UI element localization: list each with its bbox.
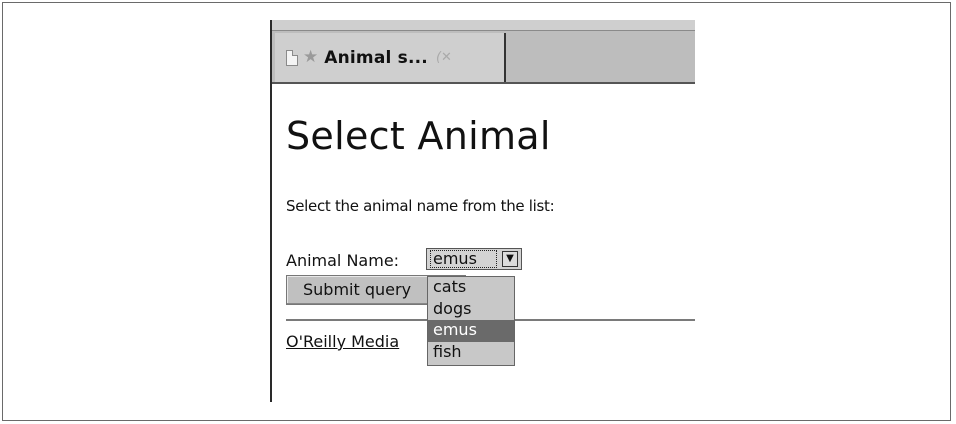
dropdown-option-cats[interactable]: cats bbox=[428, 277, 514, 299]
select-value: emus bbox=[430, 250, 497, 268]
dropdown-arrow-icon[interactable]: ▼ bbox=[502, 251, 518, 267]
instructions-text: Select the animal name from the list: bbox=[286, 197, 555, 215]
animal-dropdown-list[interactable]: cats dogs emus fish bbox=[427, 276, 515, 366]
close-icon[interactable]: (✕ bbox=[436, 50, 452, 65]
dropdown-option-fish[interactable]: fish bbox=[428, 342, 514, 364]
dropdown-option-dogs[interactable]: dogs bbox=[428, 299, 514, 321]
tab-title: Animal s... bbox=[324, 47, 428, 68]
oreilly-link[interactable]: O'Reilly Media bbox=[286, 332, 399, 351]
document-icon bbox=[286, 49, 298, 66]
tabstrip-top bbox=[272, 20, 695, 31]
animal-select[interactable]: emus ▼ bbox=[426, 248, 522, 270]
animal-name-label: Animal Name: bbox=[286, 251, 400, 270]
tab-bar: ★ Animal s... (✕ bbox=[272, 31, 695, 84]
page-content: Select Animal Select the animal name fro… bbox=[286, 82, 695, 402]
tab-animal-select[interactable]: ★ Animal s... (✕ bbox=[275, 33, 506, 82]
dropdown-option-emus[interactable]: emus bbox=[428, 320, 514, 342]
star-icon: ★ bbox=[303, 47, 319, 67]
page-title: Select Animal bbox=[286, 114, 551, 158]
